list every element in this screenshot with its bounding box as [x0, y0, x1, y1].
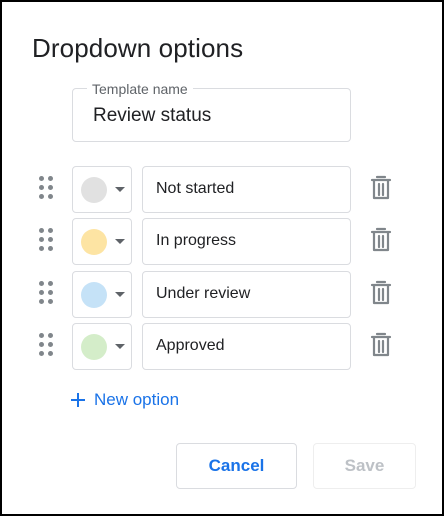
template-name-label: Template name	[87, 81, 193, 97]
color-picker-button[interactable]	[72, 271, 132, 318]
option-row	[2, 271, 444, 318]
new-option-button[interactable]: New option	[70, 388, 179, 412]
option-input[interactable]	[156, 285, 341, 303]
chevron-down-icon	[115, 344, 125, 349]
option-row	[2, 166, 444, 213]
color-swatch	[81, 334, 107, 360]
color-picker-button[interactable]	[72, 323, 132, 370]
option-input[interactable]	[156, 232, 341, 250]
drag-handle-icon[interactable]	[39, 281, 53, 304]
color-picker-button[interactable]	[72, 218, 132, 265]
option-field[interactable]	[142, 218, 351, 265]
template-name-input[interactable]	[93, 105, 333, 127]
new-option-label: New option	[94, 390, 180, 409]
dialog-title: Dropdown options	[32, 33, 244, 63]
trash-icon[interactable]	[370, 227, 392, 253]
drag-handle-icon[interactable]	[39, 228, 53, 251]
cancel-button[interactable]: Cancel	[176, 443, 297, 489]
option-row	[2, 218, 444, 265]
drag-handle-icon[interactable]	[39, 333, 53, 356]
option-field[interactable]	[142, 166, 351, 213]
trash-icon[interactable]	[370, 175, 392, 201]
chevron-down-icon	[115, 187, 125, 192]
trash-icon[interactable]	[370, 332, 392, 358]
drag-handle-icon[interactable]	[39, 176, 53, 199]
template-name-field[interactable]: Template name	[72, 81, 351, 142]
option-input[interactable]	[156, 337, 341, 355]
save-button[interactable]: Save	[313, 443, 416, 489]
color-swatch	[81, 282, 107, 308]
color-swatch	[81, 229, 107, 255]
option-input[interactable]	[156, 180, 341, 198]
color-swatch	[81, 177, 107, 203]
dropdown-options-dialog: Dropdown options Template name Review st…	[0, 0, 444, 516]
option-field[interactable]	[142, 323, 351, 370]
chevron-down-icon	[115, 239, 125, 244]
plus-icon	[71, 393, 85, 407]
trash-icon[interactable]	[370, 280, 392, 306]
option-row	[2, 323, 444, 370]
chevron-down-icon	[115, 292, 125, 297]
color-picker-button[interactable]	[72, 166, 132, 213]
option-field[interactable]	[142, 271, 351, 318]
